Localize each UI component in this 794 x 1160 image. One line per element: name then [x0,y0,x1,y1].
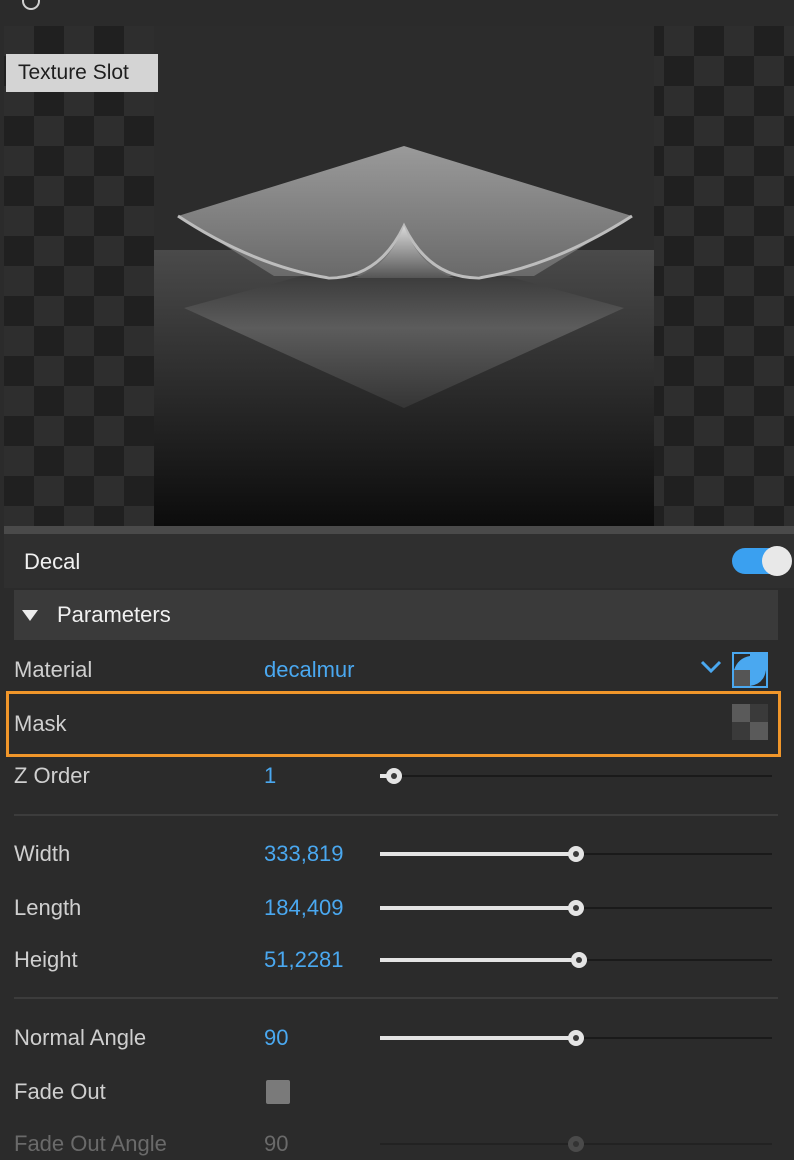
slider-fill [380,906,576,910]
normal-angle-value[interactable]: 90 [264,1025,288,1051]
section-divider [14,997,778,999]
collapse-caret-icon[interactable] [22,610,38,621]
decal-preview-render [154,26,654,526]
z-order-slider[interactable] [380,766,772,786]
fade-out-label: Fade Out [14,1079,106,1104]
partial-icon [22,0,40,10]
length-value[interactable]: 184,409 [264,895,344,921]
z-order-value[interactable]: 1 [264,763,276,789]
decal-section-header: Decal [4,534,794,588]
slider-thumb [568,1136,584,1152]
slider-thumb[interactable] [571,952,587,968]
section-divider [14,814,778,816]
slider-thumb[interactable] [386,768,402,784]
height-slider[interactable] [380,950,772,970]
material-label: Material [14,657,93,682]
material-value[interactable]: decalmur [264,657,354,683]
slider-thumb[interactable] [568,1030,584,1046]
width-value[interactable]: 333,819 [264,841,344,867]
mask-row-highlight [6,691,781,757]
decal-title: Decal [24,549,81,574]
decal-enable-toggle[interactable] [732,546,792,576]
height-value[interactable]: 51,2281 [264,947,344,973]
mask-thumbnail-icon[interactable] [732,704,768,740]
width-slider[interactable] [380,844,772,864]
height-label: Height [14,947,78,972]
top-strip [0,0,794,26]
parameters-label: Parameters [57,602,171,627]
mask-label: Mask [14,711,67,736]
length-label: Length [14,895,82,920]
material-thumbnail-icon[interactable] [732,652,768,688]
fade-out-angle-label: Fade Out Angle [14,1131,167,1156]
fade-out-checkbox[interactable] [266,1080,290,1104]
slider-fill [380,1036,576,1040]
length-slider[interactable] [380,898,772,918]
z-order-label: Z Order [14,763,90,788]
chevron-down-icon[interactable] [700,660,722,674]
slider-fill [380,958,579,962]
slider-track [380,775,772,777]
panel-splitter[interactable] [4,526,794,534]
fade-out-angle-slider [380,1134,772,1154]
toggle-knob [762,546,792,576]
normal-angle-label: Normal Angle [14,1025,147,1050]
fade-out-angle-value: 90 [264,1131,289,1156]
width-label: Width [14,841,71,866]
normal-angle-slider[interactable] [380,1028,772,1048]
parameters-group-header[interactable]: Parameters [14,590,778,640]
texture-slot-button[interactable]: Texture Slot [6,54,158,92]
slider-thumb[interactable] [568,846,584,862]
slider-fill [380,852,576,856]
slider-thumb[interactable] [568,900,584,916]
texture-preview: Texture Slot [4,26,794,526]
